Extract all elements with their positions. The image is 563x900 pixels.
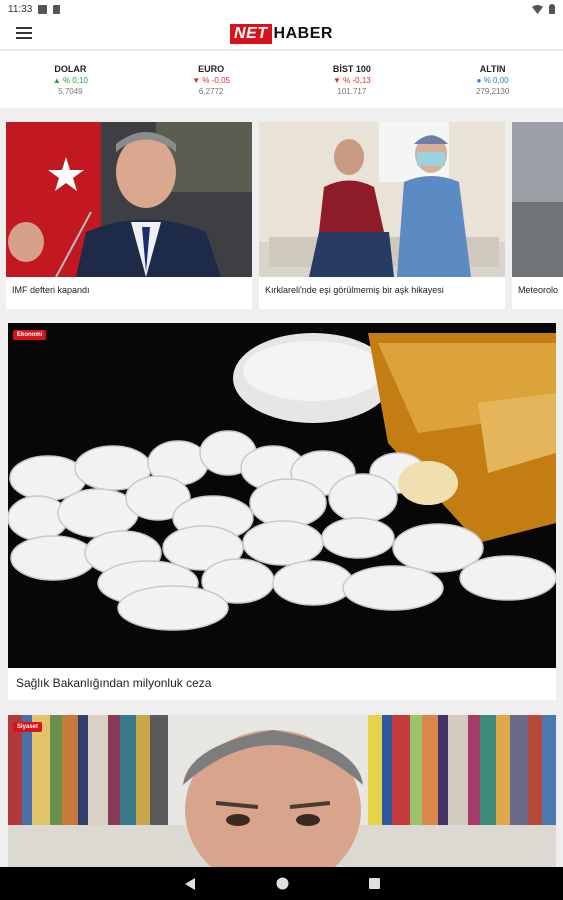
wifi-icon bbox=[532, 4, 543, 14]
ticker-change: ▲ % 0,10 bbox=[52, 75, 88, 85]
ticker-value: 6,2772 bbox=[198, 86, 224, 96]
ticker-name: ALTIN bbox=[479, 63, 506, 74]
ticker-value: 5,7049 bbox=[58, 86, 83, 96]
logo-haber: HABER bbox=[273, 24, 333, 42]
arrow-down-icon: ▼ bbox=[192, 75, 201, 85]
ticker-value: 279,2130 bbox=[475, 86, 510, 96]
ticker-euro[interactable]: EURO ▼ % -0,05 6,2772 bbox=[141, 51, 282, 108]
system-nav-bar bbox=[0, 867, 563, 900]
dot-icon: ● bbox=[476, 75, 482, 85]
carousel-card[interactable]: Kırklareli'nde eşi görülmemiş bir aşk hi… bbox=[259, 122, 505, 309]
logo-net: NET bbox=[230, 23, 272, 44]
carousel-caption: Kırklareli'nde eşi görülmemiş bir aşk hi… bbox=[265, 285, 444, 295]
carousel-caption: IMF defteri kapandı bbox=[12, 285, 90, 295]
logo[interactable]: NET HABER bbox=[230, 23, 333, 44]
ticker-dolar[interactable]: DOLAR ▲ % 0,10 5,7049 bbox=[0, 51, 141, 108]
ticker-change: ▼ % -0,13 bbox=[333, 75, 371, 85]
market-ticker: DOLAR ▲ % 0,10 5,7049 EURO ▼ % -0,05 6,2… bbox=[0, 51, 563, 108]
news-photo bbox=[6, 122, 252, 277]
ticker-altin[interactable]: ALTIN ● % 0,00 279,2130 bbox=[422, 51, 563, 108]
news-photo bbox=[8, 715, 556, 867]
ticker-value: 101.717 bbox=[337, 86, 367, 96]
featured-story[interactable]: Ekonomi Sağlık Bakanlığından milyonluk c… bbox=[8, 323, 556, 700]
ticker-name: DOLAR bbox=[54, 63, 87, 74]
status-bar: 11:33 bbox=[0, 0, 563, 18]
category-badge: Siyaset bbox=[13, 722, 43, 732]
carousel-card[interactable]: IMF defteri kapandı bbox=[6, 122, 252, 309]
carousel-card[interactable]: Meteorolo bbox=[512, 122, 563, 309]
ticker-change: ● % 0,00 bbox=[476, 75, 509, 85]
app-bar: NET HABER bbox=[0, 18, 563, 50]
headline-carousel[interactable]: IMF defteri kapandı Kırklareli'nde eşi g… bbox=[0, 122, 563, 310]
ticker-name: BİST 100 bbox=[332, 63, 371, 74]
status-time: 11:33 bbox=[8, 3, 33, 15]
ticker-change: ▼ % -0,05 bbox=[192, 75, 230, 85]
ticker-name: EURO bbox=[198, 63, 225, 74]
news-photo bbox=[8, 323, 556, 668]
category-badge: Ekonomi bbox=[13, 330, 47, 340]
recents-icon[interactable] bbox=[368, 878, 380, 889]
news-photo bbox=[512, 122, 563, 277]
news-photo bbox=[259, 122, 505, 277]
notification-icon bbox=[38, 4, 48, 14]
arrow-down-icon: ▼ bbox=[333, 75, 341, 85]
back-icon[interactable] bbox=[184, 877, 196, 890]
menu-icon[interactable] bbox=[16, 27, 32, 41]
carousel-caption: Meteorolo bbox=[518, 285, 559, 295]
featured-caption: Sağlık Bakanlığından milyonluk ceza bbox=[16, 676, 212, 690]
home-icon[interactable] bbox=[276, 877, 289, 890]
arrow-up-icon: ▲ bbox=[52, 75, 61, 85]
ticker-bist100[interactable]: BİST 100 ▼ % -0,13 101.717 bbox=[282, 51, 423, 108]
sd-card-icon bbox=[53, 4, 61, 14]
featured-story[interactable]: Siyaset bbox=[8, 715, 556, 867]
battery-icon bbox=[549, 4, 555, 14]
